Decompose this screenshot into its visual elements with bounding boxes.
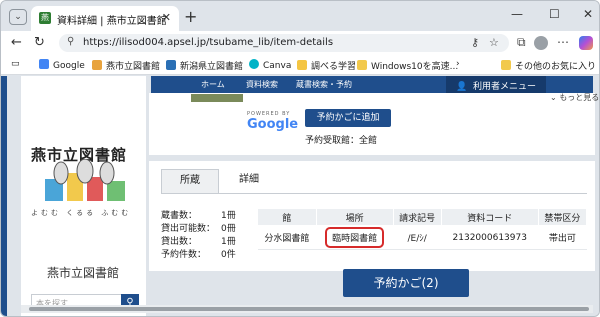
nav-home[interactable]: ホーム [201,79,225,90]
tab-owned[interactable]: 所蔵 [161,169,219,193]
library-logo-subtitle: よむむ くるる ふむむ [31,209,132,217]
pickup-location: 予約受取館：全館 [305,136,378,146]
stat-label: 貸出可能数： [161,224,216,234]
library-favicon-icon: 燕 [39,12,51,24]
column-header: 館 [257,208,317,226]
user-menu-button[interactable]: 👤 利用者メニュー [446,76,546,93]
tab-list-dropdown-icon[interactable]: ⌄ [9,9,27,25]
column-header: 請求記号 [392,208,442,226]
nav-reserve[interactable]: 蔵書検索・予約 [296,79,352,90]
tab-divider [161,193,587,194]
other-favorites[interactable]: その他のお気に入り [501,59,596,72]
tab-bar: ⌄ 燕 資料詳細 | 燕市立図書館 ✕ + — ☐ ✕ [1,1,599,31]
reservation-cart-button[interactable]: 予約かご(2) [343,269,469,297]
minimize-icon[interactable]: — [511,7,523,21]
bookmarks-bar: ▭ Google 燕市立図書館 新潟県立図書館 Canva 調べる学習 Wind… [1,55,599,75]
tab-detail[interactable]: 詳細 [219,169,279,193]
copilot-icon[interactable] [579,36,593,50]
bookmark-niigata-library[interactable]: 新潟県立図書館 [166,59,243,72]
address-bar-row: ← ↻ ⚲ https://ilisod004.apsel.jp/tsubame… [1,31,599,55]
back-icon[interactable]: ← [11,35,22,50]
more-menu-icon[interactable]: ⋯ [557,35,569,49]
bookmark-canva[interactable]: Canva [249,59,291,71]
tab-title: 資料詳細 | 燕市立図書館 [57,16,167,27]
url-text[interactable]: https://ilisod004.apsel.jp/tsubame_lib/i… [83,37,333,48]
cell-library: 分水図書館 [257,225,317,250]
stat-value: 1冊 [221,237,236,247]
tab-close-icon[interactable]: ✕ [162,11,171,24]
new-tab-icon[interactable]: + [184,7,197,26]
library-mascot-logo [45,159,125,201]
cell-loan-status: 帯出可 [538,225,587,250]
avatar[interactable] [534,36,548,50]
stat-label: 貸出数： [161,237,198,247]
column-header: 資料コード [440,208,539,226]
window-close-icon[interactable]: ✕ [583,7,593,21]
user-menu-label: 利用者メニュー [472,82,536,92]
site-info-icon[interactable]: ⚲ [67,36,74,47]
cell-item-code: 2132000613973 [441,225,539,250]
bookmark-google[interactable]: Google [39,59,85,71]
bookmark-shiraberu[interactable]: 調べる学習 [297,59,356,72]
browser-tab[interactable]: 燕 資料詳細 | 燕市立図書館 ✕ [31,6,179,31]
stat-value: 0冊 [221,224,236,234]
bookmark-tsubame-library[interactable]: 燕市立図書館 [92,59,160,72]
favorite-star-icon[interactable]: ☆ [489,36,499,49]
add-to-cart-button[interactable]: 予約かごに追加 [305,109,391,127]
table-header-row: 館 場所 請求記号 資料コード 禁帯区分 [257,208,588,226]
holdings-table: 館 場所 請求記号 資料コード 禁帯区分 分水図書館 臨時図書館 /E/ｼ/ 2… [257,208,588,250]
bookmarks-overflow-icon[interactable]: › [456,59,460,69]
page-edge-bar [1,76,7,316]
show-more-link[interactable]: ⌄ もっと見る [550,92,599,103]
reload-icon[interactable]: ↻ [34,35,45,50]
table-row: 分水図書館 臨時図書館 /E/ｼ/ 2132000613973 帯出可 [257,225,587,250]
address-bar[interactable]: ⚲ https://ilisod004.apsel.jp/tsubame_lib… [59,34,509,52]
split-screen-icon[interactable]: ⧉ [517,35,526,50]
stat-value: 0件 [221,250,236,260]
stat-value: 1冊 [221,211,236,221]
google-preview-logo[interactable]: POWERED BY Google [247,111,298,132]
library-name: 燕市立図書館 [47,266,120,280]
maximize-icon[interactable]: ☐ [549,7,560,21]
bookmarks-toggle-icon[interactable]: ▭ [11,59,20,69]
user-icon: 👤 [456,82,468,92]
column-header: 禁帯区分 [537,208,588,226]
cell-location: 臨時図書館 [316,225,394,250]
stat-label: 予約件数： [161,250,207,260]
scrollbar-thumb[interactable] [29,307,589,311]
key-icon[interactable]: ⚷ [471,36,479,49]
stat-label: 蔵書数： [161,211,198,221]
column-header: 場所 [315,208,394,226]
book-cover-thumbnail [191,94,243,102]
bookmark-windows10[interactable]: Windows10を高速... [357,59,458,72]
highlighted-location: 臨時図書館 [325,227,385,248]
nav-search[interactable]: 資料検索 [246,79,278,90]
browser-window: ⌄ 燕 資料詳細 | 燕市立図書館 ✕ + — ☐ ✕ ← ↻ ⚲ https:… [0,0,600,317]
cell-call-number: /E/ｼ/ [393,225,442,250]
